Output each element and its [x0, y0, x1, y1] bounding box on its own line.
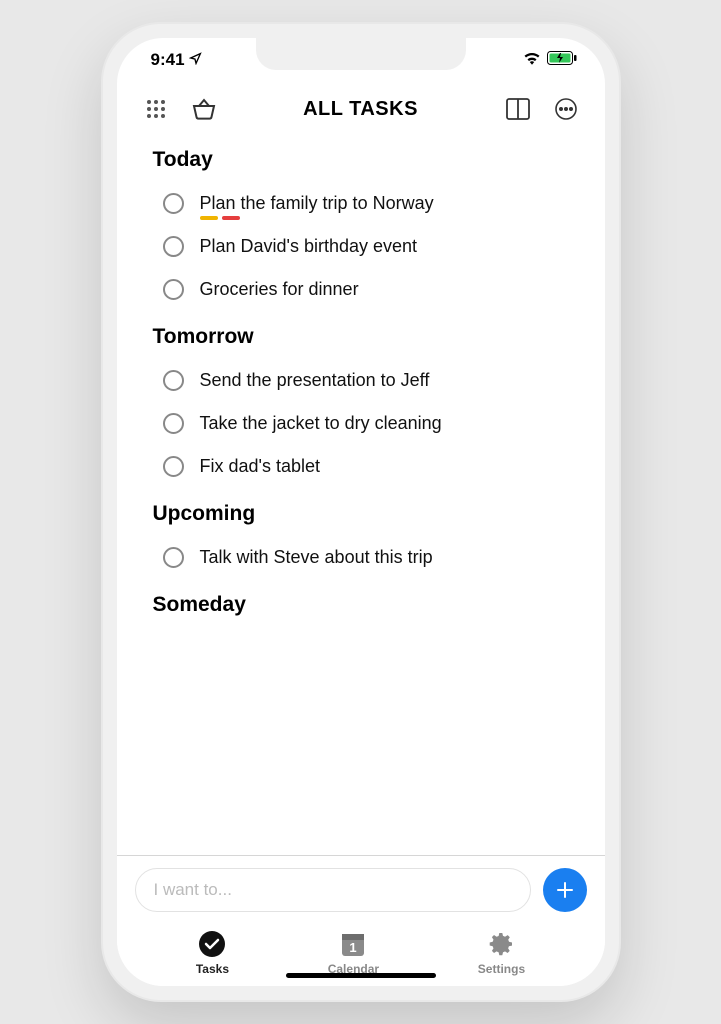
svg-text:1: 1: [350, 940, 357, 955]
basket-icon[interactable]: [191, 96, 217, 122]
task-checkbox[interactable]: [163, 456, 184, 477]
section-header: Upcoming: [117, 488, 605, 536]
task-row[interactable]: Plan the family trip to Norway: [117, 182, 605, 225]
task-row[interactable]: Fix dad's tablet: [117, 445, 605, 488]
home-indicator[interactable]: [286, 973, 436, 978]
tab-label: Tasks: [196, 962, 229, 976]
task-text: Take the jacket to dry cleaning: [200, 413, 442, 434]
task-row[interactable]: Send the presentation to Jeff: [117, 359, 605, 402]
status-time: 9:41: [151, 50, 185, 70]
quick-add-placeholder: I want to...: [154, 880, 232, 900]
task-row[interactable]: Take the jacket to dry cleaning: [117, 402, 605, 445]
task-text: Fix dad's tablet: [200, 456, 321, 477]
input-bar: I want to...: [117, 855, 605, 924]
tab-label: Settings: [478, 962, 525, 976]
columns-icon[interactable]: [505, 96, 531, 122]
tab-tasks[interactable]: Tasks: [196, 930, 229, 976]
tab-calendar[interactable]: 1 Calendar: [328, 930, 379, 976]
quick-add-input[interactable]: I want to...: [135, 868, 531, 912]
task-text: Send the presentation to Jeff: [200, 370, 430, 391]
notch: [256, 38, 466, 70]
task-text: Plan David's birthday event: [200, 236, 418, 257]
add-button[interactable]: [543, 868, 587, 912]
task-text: Plan the family trip to Norway: [200, 193, 434, 214]
task-row[interactable]: Groceries for dinner: [117, 268, 605, 311]
section-header: Someday: [117, 579, 605, 627]
task-checkbox[interactable]: [163, 236, 184, 257]
more-icon[interactable]: [553, 96, 579, 122]
task-row[interactable]: Plan David's birthday event: [117, 225, 605, 268]
screen: 9:41: [117, 38, 605, 986]
phone-frame: 9:41: [101, 22, 621, 1002]
task-checkbox[interactable]: [163, 279, 184, 300]
tasks-tab-icon: [198, 930, 226, 958]
tab-settings[interactable]: Settings: [478, 930, 525, 976]
task-text: Groceries for dinner: [200, 279, 359, 300]
task-checkbox[interactable]: [163, 547, 184, 568]
calendar-tab-icon: 1: [339, 930, 367, 958]
task-row[interactable]: Talk with Steve about this trip: [117, 536, 605, 579]
location-arrow-icon: [189, 50, 202, 70]
plus-icon: [555, 880, 575, 900]
task-text: Talk with Steve about this trip: [200, 547, 433, 568]
task-checkbox[interactable]: [163, 370, 184, 391]
toolbar: ALL TASKS: [117, 82, 605, 132]
settings-tab-icon: [487, 930, 515, 958]
task-checkbox[interactable]: [163, 413, 184, 434]
task-tags: [200, 216, 240, 220]
section-header: Today: [117, 134, 605, 182]
section-header: Tomorrow: [117, 311, 605, 359]
page-title: ALL TASKS: [303, 98, 418, 121]
battery-icon: [547, 50, 577, 70]
grid-menu-icon[interactable]: [143, 96, 169, 122]
wifi-icon: [523, 50, 541, 70]
task-list[interactable]: Today Plan the family trip to Norway Plan …: [117, 132, 605, 855]
tag-dash: [222, 216, 240, 220]
tag-dash: [200, 216, 218, 220]
task-checkbox[interactable]: [163, 193, 184, 214]
